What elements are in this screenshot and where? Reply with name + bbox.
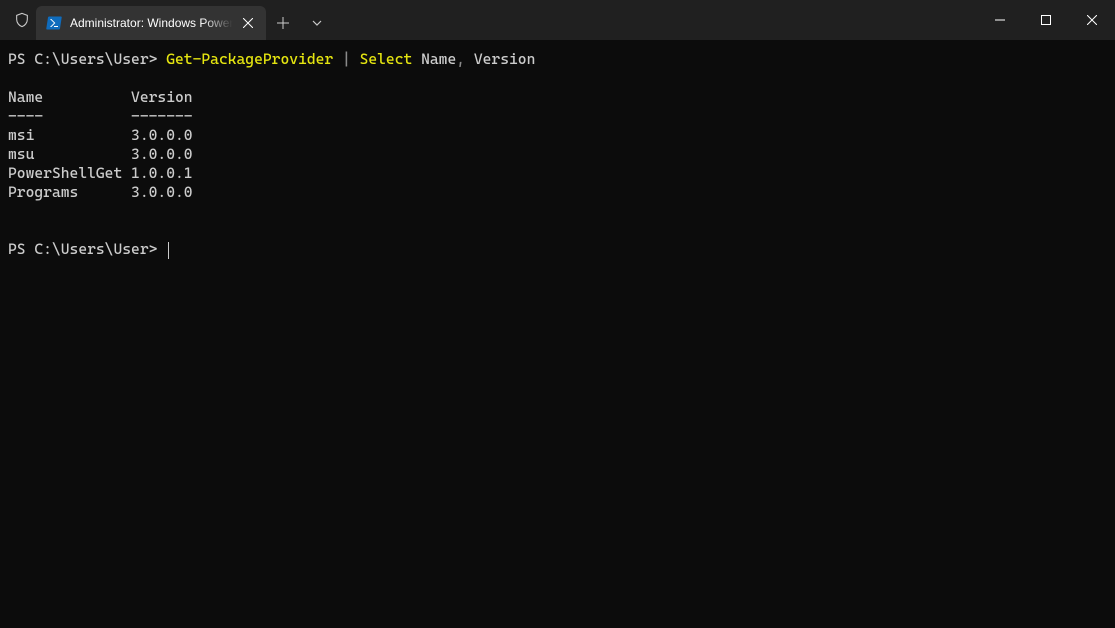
output-divider: ---- ------- [8,107,193,125]
tab-dropdown-button[interactable] [300,6,334,40]
arg-token: Name [421,50,456,68]
window-controls [977,0,1115,40]
prompt: PS C:\Users\User> [8,240,166,258]
prompt: PS C:\Users\User> [8,50,166,68]
output-header: Name Version [8,88,193,106]
output-row: msi 3.0.0.0 [8,126,193,144]
tab-close-button[interactable] [240,15,256,31]
powershell-icon [46,15,62,31]
output-row: msu 3.0.0.0 [8,145,193,163]
tab-powershell[interactable]: Administrator: Windows PowerShell [36,6,266,40]
tab-title: Administrator: Windows PowerShell [70,16,236,30]
output-row: PowerShellGet 1.0.0.1 [8,164,193,182]
pipe-token: | [342,50,360,68]
terminal-area[interactable]: PS C:\Users\User> Get-PackageProvider | … [0,40,1115,628]
cursor [168,242,169,259]
comma-token: , [456,50,474,68]
maximize-button[interactable] [1023,0,1069,40]
output-row: Programs 3.0.0.0 [8,183,193,201]
close-button[interactable] [1069,0,1115,40]
arg-token: Version [474,50,536,68]
command-token: Get-PackageProvider [166,50,342,68]
new-tab-button[interactable] [266,6,300,40]
shield-icon [8,0,36,40]
minimize-button[interactable] [977,0,1023,40]
command-token: Select [360,50,422,68]
titlebar-left: Administrator: Windows PowerShell [0,0,334,40]
titlebar: Administrator: Windows PowerShell [0,0,1115,40]
